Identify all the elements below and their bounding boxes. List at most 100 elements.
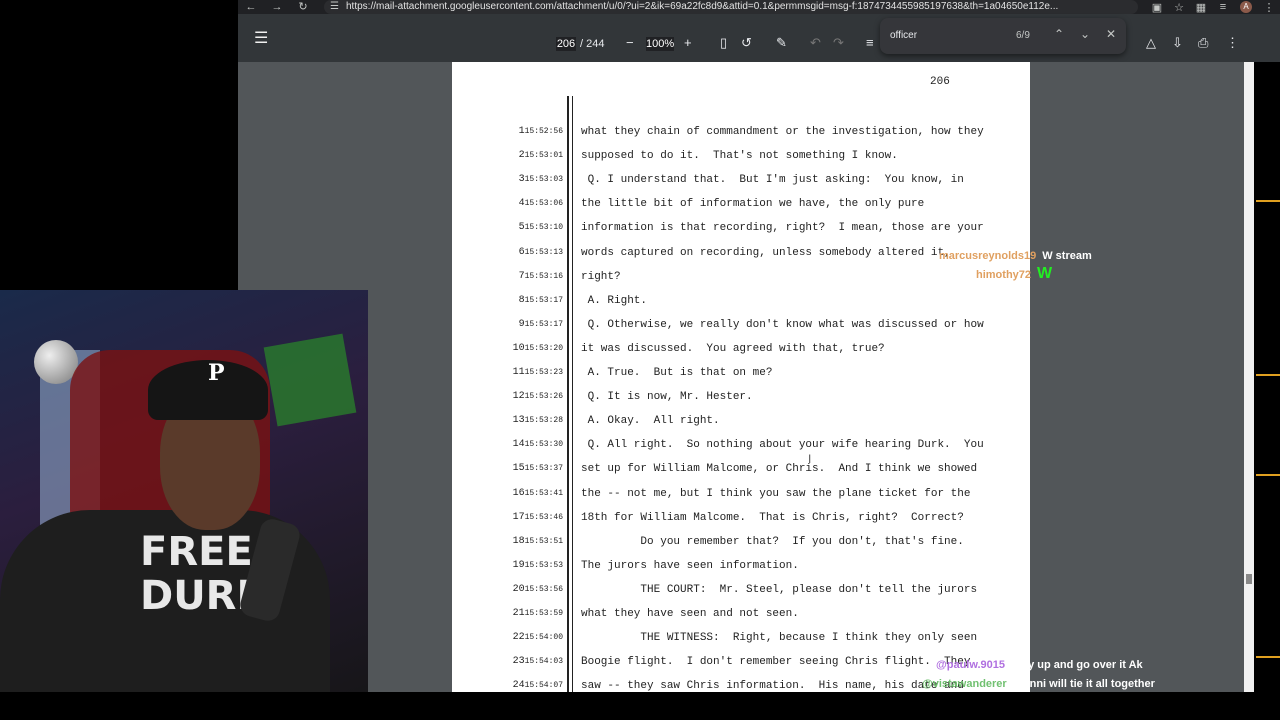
zoom-in-icon[interactable]: +: [684, 35, 692, 51]
page-total: / 244: [580, 38, 605, 50]
line-number: 815:53:17: [519, 289, 563, 313]
line-number: 1415:53:30: [513, 433, 563, 457]
drive-save-icon[interactable]: △: [1146, 35, 1156, 51]
webcam-overlay: P FREE DURK: [0, 290, 368, 720]
url-text: https://mail-attachment.googleuserconten…: [346, 1, 1059, 12]
search-hit-marker: [1256, 374, 1280, 376]
find-close-icon[interactable]: ✕: [1106, 27, 1116, 41]
transcript-line: 2215:54:00 THE WITNESS: Right, because I…: [452, 626, 1030, 650]
line-number: 1615:53:41: [513, 482, 563, 506]
line-index: 20: [512, 583, 525, 595]
line-text: information is that recording, right? I …: [581, 222, 984, 235]
line-text: set up for William Malcome, or Chris. An…: [581, 463, 978, 476]
reload-icon[interactable]: ↻: [290, 0, 316, 14]
pdf-viewer[interactable]: 206 115:52:56 what they chain of commandm…: [238, 62, 1254, 692]
line-number: 1215:53:26: [513, 385, 563, 409]
line-timestamp: 15:53:03: [524, 175, 563, 185]
chat-user: @paulw.9015: [936, 659, 1006, 671]
line-timestamp: 15:53:13: [524, 247, 563, 257]
find-count: 6/9: [1016, 30, 1030, 41]
redo-icon[interactable]: ↷: [833, 35, 844, 51]
site-info-icon[interactable]: ☰: [330, 0, 339, 14]
line-index: 18: [512, 535, 525, 547]
chat-text: Stay up and go over it Ak: [1011, 659, 1143, 671]
transcript-line: 1815:53:51 Do you remember that? If you …: [452, 530, 1030, 554]
line-text: Q. Otherwise, we really don't know what …: [581, 318, 984, 331]
pdf-more-icon[interactable]: ⋮: [1226, 35, 1239, 51]
forward-icon[interactable]: →: [264, 0, 290, 14]
chat-user: @vistawanderer: [922, 678, 1007, 690]
line-index: 12: [512, 391, 525, 403]
line-timestamp: 15:54:03: [524, 657, 563, 667]
browser-menu-icon[interactable]: ⋮: [1258, 1, 1280, 14]
line-timestamp: 15:53:20: [524, 343, 563, 353]
line-number: 315:53:03: [519, 168, 563, 192]
chat-user: marcusreynolds19: [939, 250, 1037, 262]
zoom-input[interactable]: 100%: [646, 37, 674, 51]
bookmark-star-icon[interactable]: ☆: [1168, 1, 1190, 14]
line-timestamp: 15:53:37: [524, 464, 563, 474]
transcript-line: 315:53:03 Q. I understand that. But I'm …: [452, 168, 1030, 192]
line-timestamp: 15:53:51: [524, 536, 563, 546]
transcript-line: 515:53:10 information is that recording, …: [452, 216, 1030, 240]
reading-list-icon[interactable]: ≡: [1212, 1, 1234, 13]
line-number: 1515:53:37: [513, 457, 563, 481]
line-timestamp: 15:53:53: [524, 560, 563, 570]
print-icon[interactable]: ⎙: [1198, 35, 1208, 51]
line-timestamp: 15:53:46: [524, 512, 563, 522]
page-number-input[interactable]: 206: [556, 37, 576, 51]
find-input[interactable]: officer: [890, 30, 917, 41]
line-timestamp: 15:53:01: [524, 151, 563, 161]
profile-avatar[interactable]: A: [1240, 1, 1252, 13]
zoom-out-icon[interactable]: −: [626, 35, 634, 51]
line-text: supposed to do it. That's not something …: [581, 150, 898, 163]
line-number: 2115:53:59: [513, 602, 563, 626]
line-number: 615:53:13: [519, 241, 563, 265]
scroll-thumb[interactable]: [1246, 574, 1252, 584]
pdf-page: 206 115:52:56 what they chain of commandm…: [452, 62, 1030, 692]
line-timestamp: 15:53:28: [524, 416, 563, 426]
line-text: the little bit of information we have, t…: [581, 198, 925, 211]
wall-flag: [263, 333, 357, 427]
find-previous-icon[interactable]: ⌃: [1054, 27, 1064, 41]
line-text: THE COURT: Mr. Steel, please don't tell …: [581, 583, 978, 596]
line-text: it was discussed. You agreed with that, …: [581, 342, 885, 355]
back-icon[interactable]: ←: [238, 0, 264, 14]
line-timestamp: 15:54:07: [524, 681, 563, 691]
annotate-icon[interactable]: ✎: [776, 35, 787, 51]
pdf-extension-icon[interactable]: ▣: [1146, 1, 1168, 14]
line-number: 715:53:16: [519, 265, 563, 289]
line-index: 22: [512, 632, 525, 644]
transcript-line: 215:53:01 supposed to do it. That's not s…: [452, 144, 1030, 168]
line-timestamp: 15:53:59: [524, 609, 563, 618]
line-timestamp: 15:53:10: [524, 223, 563, 233]
line-index: 15: [512, 463, 525, 475]
line-text: 18th for William Malcome. That is Chris,…: [581, 511, 964, 524]
find-next-icon[interactable]: ⌄: [1080, 27, 1090, 41]
transcript-line: 1315:53:28 A. Okay. All right.: [452, 409, 1030, 433]
pdf-scrollbar[interactable]: [1244, 62, 1254, 692]
line-number: 2315:54:03: [513, 650, 563, 674]
transcript-line: 415:53:06 the little bit of information w…: [452, 192, 1030, 216]
transcript-line: 815:53:17 A. Right.: [452, 289, 1030, 313]
line-number: 2415:54:07: [513, 674, 563, 692]
line-text: saw -- they saw Chris information. His n…: [581, 680, 964, 692]
transcript-line: 2115:53:59 what they have seen and not se…: [452, 602, 1030, 626]
search-hit-marker: [1256, 656, 1280, 658]
rotate-icon[interactable]: ↺: [741, 35, 752, 51]
address-bar[interactable]: ☰ https://mail-attachment.googleusercont…: [324, 0, 1138, 14]
transcript-line: 1515:53:37 set up for William Malcome, or…: [452, 457, 1030, 481]
line-number: 915:53:17: [519, 313, 563, 337]
fit-page-icon[interactable]: ▯: [720, 35, 727, 51]
line-text: A. True. But is that on me?: [581, 367, 773, 379]
sidebar-menu-icon[interactable]: ☰: [254, 28, 268, 48]
chat-text: W: [1037, 265, 1053, 282]
line-text: A. Okay. All right.: [581, 415, 720, 428]
text-cursor-icon: I: [808, 452, 812, 466]
right-edge: [1254, 62, 1280, 692]
undo-icon[interactable]: ↶: [810, 35, 821, 51]
line-number: 2215:54:00: [513, 626, 563, 650]
more-tools-icon[interactable]: ≡: [866, 35, 874, 51]
download-icon[interactable]: ⇩: [1172, 35, 1183, 51]
extensions-icon[interactable]: ▦: [1190, 1, 1212, 14]
